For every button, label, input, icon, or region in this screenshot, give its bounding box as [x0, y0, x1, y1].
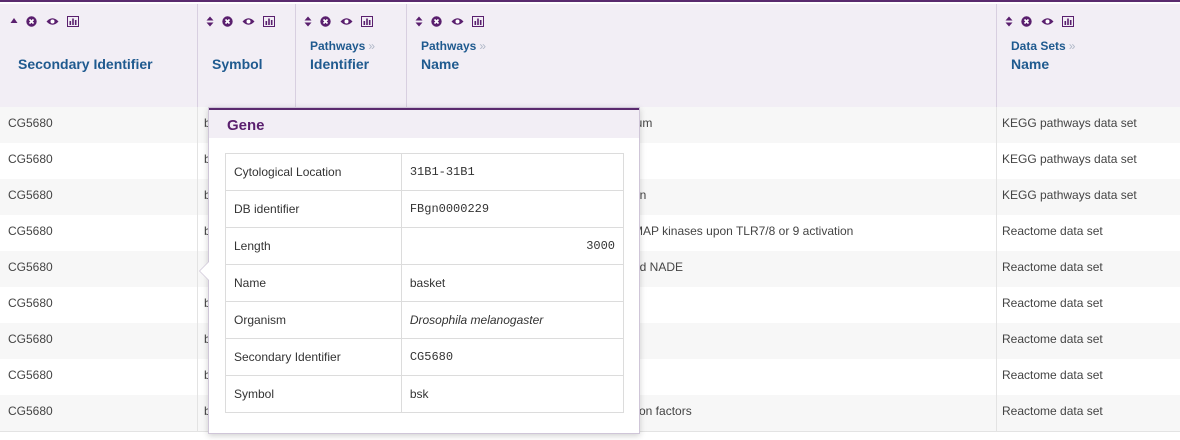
- eye-icon[interactable]: [451, 16, 464, 27]
- detail-row: Length 3000: [225, 227, 625, 265]
- summary-chart-icon[interactable]: [472, 16, 485, 27]
- column-header-pathways-identifier[interactable]: Pathways» Identifier: [296, 4, 407, 107]
- cell-dataset-name[interactable]: Reactome data set: [997, 287, 1180, 323]
- detail-key: Cytological Location: [225, 153, 402, 191]
- cell-dataset-name[interactable]: KEGG pathways data set: [997, 143, 1180, 179]
- cell-secondary-identifier[interactable]: CG5680: [0, 179, 198, 215]
- summary-chart-icon[interactable]: [67, 16, 80, 27]
- column-title: Secondary Identifier: [18, 56, 153, 72]
- remove-column-icon[interactable]: [1021, 16, 1033, 27]
- summary-chart-icon[interactable]: [1062, 16, 1075, 27]
- cell-secondary-identifier[interactable]: CG5680: [0, 215, 198, 251]
- column-header-pathways-name[interactable]: Pathways» Name: [407, 4, 997, 107]
- column-path-label: Pathways: [310, 39, 366, 53]
- column-title: Name: [421, 56, 460, 72]
- detail-value: 3000: [400, 227, 625, 265]
- column-title: Identifier: [310, 56, 370, 72]
- sort-icon[interactable]: [304, 16, 312, 27]
- cell-secondary-identifier[interactable]: CG5680: [0, 251, 198, 287]
- cell-dataset-name[interactable]: Reactome data set: [997, 359, 1180, 395]
- cell-secondary-identifier[interactable]: CG5680: [0, 107, 198, 143]
- column-controls: [206, 16, 279, 28]
- column-path: Data Sets»: [1011, 39, 1075, 53]
- detail-key: Organism: [225, 301, 402, 339]
- cell-dataset-name[interactable]: Reactome data set: [997, 323, 1180, 359]
- detail-row: Symbol bsk: [225, 375, 625, 413]
- detail-value: CG5680: [400, 338, 625, 376]
- popover-pointer: [199, 261, 209, 281]
- summary-chart-icon[interactable]: [361, 16, 374, 27]
- path-separator-icon: »: [368, 39, 376, 53]
- sort-icon[interactable]: [415, 16, 423, 27]
- column-header-symbol[interactable]: Symbol: [198, 4, 296, 107]
- detail-value: FBgn0000229: [400, 190, 625, 228]
- eye-icon[interactable]: [242, 16, 255, 27]
- sort-icon[interactable]: [206, 16, 214, 27]
- column-controls: [10, 16, 83, 28]
- column-title: Name: [1011, 56, 1050, 72]
- remove-column-icon[interactable]: [320, 16, 332, 27]
- eye-icon[interactable]: [1041, 16, 1054, 27]
- column-header-datasets-name[interactable]: Data Sets» Name: [997, 4, 1180, 107]
- detail-value: basket: [400, 264, 625, 302]
- cell-secondary-identifier[interactable]: CG5680: [0, 287, 198, 323]
- sort-ascending-icon[interactable]: [10, 16, 18, 26]
- sort-icon[interactable]: [1005, 16, 1013, 27]
- eye-icon[interactable]: [340, 16, 353, 27]
- detail-key: Symbol: [225, 375, 402, 413]
- cell-secondary-identifier[interactable]: CG5680: [0, 323, 198, 359]
- detail-row: Organism Drosophila melanogaster: [225, 301, 625, 339]
- summary-chart-icon[interactable]: [263, 16, 276, 27]
- detail-row: Cytological Location 31B1-31B1: [225, 153, 625, 191]
- remove-column-icon[interactable]: [222, 16, 234, 27]
- column-title: Symbol: [212, 56, 263, 72]
- detail-value: 31B1-31B1: [400, 153, 625, 191]
- results-table: Secondary Identifier Symbol Pathways» Id…: [0, 0, 1180, 440]
- path-separator-icon: »: [479, 39, 487, 53]
- column-controls: [304, 16, 377, 28]
- detail-value: bsk: [400, 375, 625, 413]
- remove-column-icon[interactable]: [431, 16, 443, 27]
- column-path-label: Pathways: [421, 39, 477, 53]
- cell-dataset-name[interactable]: Reactome data set: [997, 251, 1180, 287]
- column-header-secondary-identifier[interactable]: Secondary Identifier: [0, 4, 198, 107]
- cell-dataset-name[interactable]: KEGG pathways data set: [997, 107, 1180, 143]
- cell-secondary-identifier[interactable]: CG5680: [0, 359, 198, 395]
- column-controls: [1005, 16, 1078, 28]
- column-controls: [415, 16, 488, 28]
- eye-icon[interactable]: [46, 16, 59, 27]
- table-header: Secondary Identifier Symbol Pathways» Id…: [0, 4, 1180, 108]
- cell-dataset-name[interactable]: KEGG pathways data set: [997, 179, 1180, 215]
- gene-details-table: Cytological Location 31B1-31B1 DB identi…: [225, 153, 625, 413]
- column-path: Pathways»: [310, 39, 375, 53]
- cell-secondary-identifier[interactable]: CG5680: [0, 143, 198, 179]
- path-separator-icon: »: [1068, 39, 1076, 53]
- popover-header: Gene: [209, 108, 639, 138]
- gene-summary-popover: Gene Cytological Location 31B1-31B1 DB i…: [199, 107, 640, 434]
- detail-row: DB identifier FBgn0000229: [225, 190, 625, 228]
- detail-row: Name basket: [225, 264, 625, 302]
- detail-key: Secondary Identifier: [225, 338, 402, 376]
- remove-column-icon[interactable]: [26, 16, 38, 27]
- cell-secondary-identifier[interactable]: CG5680: [0, 395, 198, 431]
- cell-dataset-name[interactable]: Reactome data set: [997, 395, 1180, 431]
- detail-row: Secondary Identifier CG5680: [225, 338, 625, 376]
- detail-key: Name: [225, 264, 402, 302]
- detail-key: Length: [225, 227, 402, 265]
- detail-value: Drosophila melanogaster: [400, 301, 625, 339]
- cell-dataset-name[interactable]: Reactome data set: [997, 215, 1180, 251]
- popover-title: Gene: [227, 117, 265, 134]
- column-path: Pathways»: [421, 39, 486, 53]
- detail-key: DB identifier: [225, 190, 402, 228]
- column-path-label: Data Sets: [1011, 39, 1066, 53]
